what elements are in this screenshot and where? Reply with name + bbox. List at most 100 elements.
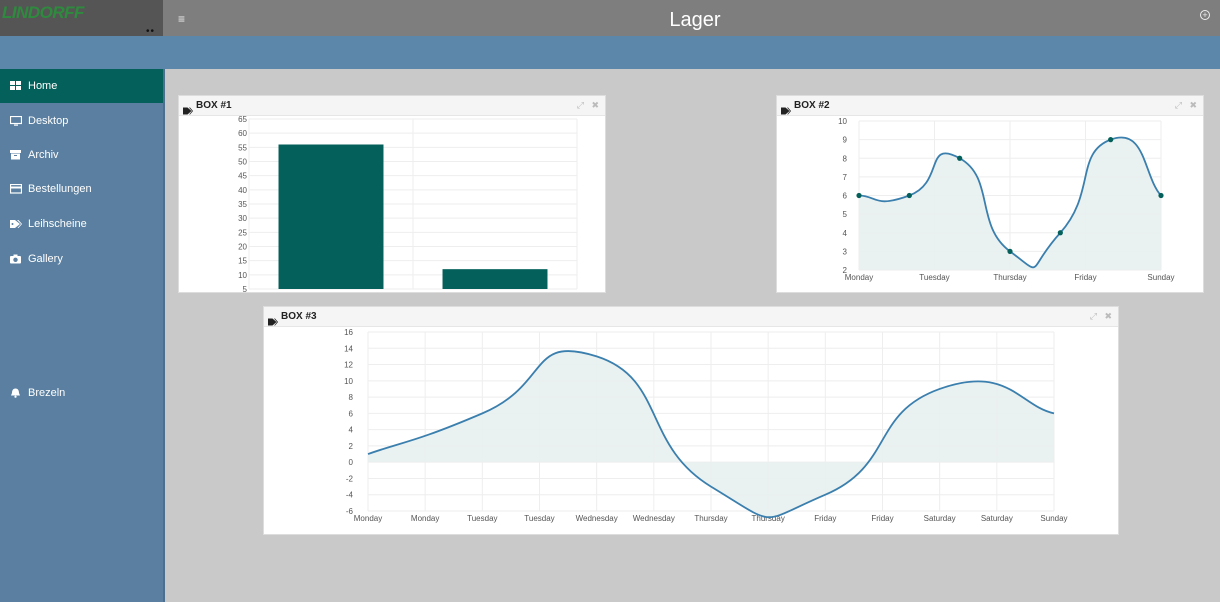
y-tick-label: 5 (243, 285, 248, 292)
y-tick-label: 8 (843, 154, 848, 163)
y-tick-label: 2 (349, 442, 354, 451)
expand-icon[interactable]: ⤢ (1090, 311, 1097, 322)
data-point (1108, 137, 1114, 143)
data-point (1007, 248, 1013, 254)
sidebar-item-label: Home (28, 80, 58, 92)
header-band (0, 36, 1220, 69)
y-tick-label: 65 (238, 116, 247, 124)
box-title: BOX #3 (281, 311, 317, 322)
x-tick-label: Thursday (694, 514, 727, 523)
sidebar-item-gallery[interactable]: Gallery (0, 242, 163, 276)
bar (442, 269, 548, 289)
sidebar-item-brezeln[interactable]: Brezeln (0, 376, 163, 410)
sidebar-item-archiv[interactable]: Archiv (0, 138, 163, 172)
x-tick-label: Saturday (981, 514, 1013, 523)
sidebar-item-desktop[interactable]: Desktop (0, 104, 163, 138)
camera-icon (10, 254, 22, 264)
y-tick-label: 16 (344, 328, 353, 337)
y-tick-label: 45 (238, 172, 247, 181)
y-tick-label: 6 (843, 192, 848, 201)
box-title: BOX #1 (196, 100, 232, 111)
box-title: BOX #2 (794, 100, 830, 111)
box-3: BOX #3 ⤢ ✖ -6 -4 -2 0 2 4 6 8 10 12 14 16 Monday Mond… (263, 306, 1119, 535)
x-tick-label: Friday (1074, 273, 1096, 282)
x-tick-label: Saturday (924, 514, 956, 523)
data-point (856, 192, 862, 199)
y-tick-label: 35 (238, 200, 247, 209)
y-tick-label: 6 (349, 409, 354, 418)
y-tick-label: -2 (346, 474, 354, 483)
page-title: Lager (669, 9, 721, 31)
data-point (957, 155, 963, 161)
box-header: BOX #1 ⤢ ✖ (179, 96, 605, 116)
data-point (1057, 230, 1063, 236)
bell-icon (10, 388, 22, 398)
y-tick-label: 55 (238, 143, 247, 152)
archive-icon (10, 150, 22, 160)
y-tick-label: -6 (346, 507, 354, 516)
y-tick-label: 10 (344, 377, 353, 386)
y-tick-label: 0 (349, 458, 354, 467)
box-2: BOX #2 ⤢ ✖ 2 3 4 5 6 7 8 9 10 Monday Tuesday Thursd… (776, 95, 1204, 293)
close-icon[interactable]: ✖ (591, 100, 599, 111)
sidebar-item-label: Leihscheine (28, 218, 87, 230)
sidebar-item-label: Brezeln (28, 387, 66, 399)
y-tick-label: 10 (238, 271, 247, 280)
box-header: BOX #2 ⤢ ✖ (777, 96, 1203, 116)
y-tick-label: -4 (346, 491, 354, 500)
y-tick-label: 9 (843, 136, 848, 145)
y-tick-label: 5 (843, 210, 848, 219)
data-point (1158, 192, 1164, 199)
credit-card-icon (9, 183, 23, 194)
x-tick-label: Thursday (993, 273, 1026, 282)
y-tick-label: 40 (238, 186, 247, 195)
sidebar-item-leihscheine[interactable]: Leihscheine (0, 207, 163, 241)
x-tick-label: Wednesday (633, 514, 675, 523)
y-tick-label: 4 (843, 229, 848, 238)
monitor-icon (9, 115, 23, 126)
x-tick-label: Sunday (1040, 514, 1067, 523)
close-icon[interactable]: ✖ (1189, 100, 1197, 111)
close-icon[interactable]: ✖ (1104, 311, 1112, 322)
y-tick-label: 25 (238, 228, 247, 237)
tags-icon (10, 219, 22, 229)
x-tick-label: Monday (411, 514, 439, 523)
y-tick-label: 3 (843, 247, 848, 256)
tag-icon (268, 313, 278, 325)
x-tick-label: Wednesday (576, 514, 618, 523)
x-tick-label: Monday (354, 514, 382, 523)
sidebar-item-label: Archiv (28, 149, 59, 161)
x-tick-label: Tuesday (467, 514, 497, 523)
y-tick-label: 4 (349, 426, 354, 435)
y-tick-label: 50 (238, 158, 247, 167)
box-header: BOX #3 ⤢ ✖ (264, 307, 1118, 327)
y-tick-label: 30 (238, 214, 247, 223)
sidebar-item-label: Bestellungen (28, 183, 92, 195)
x-tick-label: Sunday (1147, 273, 1174, 282)
tag-icon (183, 102, 193, 114)
sidebar-item-label: Desktop (28, 115, 69, 127)
data-point (906, 192, 912, 199)
sidebar-item-label: Gallery (28, 253, 63, 265)
x-tick-label: Monday (845, 273, 873, 282)
bar (278, 144, 384, 289)
expand-icon[interactable]: ⤢ (1175, 100, 1182, 111)
sidebar: Home Desktop Archiv Bestellungen Leihsch… (0, 69, 165, 602)
y-tick-label: 20 (238, 243, 247, 252)
y-tick-label: 8 (349, 393, 354, 402)
bar-chart: 5101520253035404550556065LagerVerliehen (238, 115, 578, 301)
sidebar-item-home[interactable]: Home (0, 69, 163, 103)
settings-icon[interactable]: + (1200, 10, 1210, 20)
y-tick-label: 15 (238, 257, 247, 266)
x-tick-label: Friday (871, 514, 893, 523)
tag-icon (781, 102, 791, 114)
grid-icon (10, 81, 22, 91)
sidebar-item-bestellungen[interactable]: Bestellungen (0, 172, 163, 206)
expand-icon[interactable]: ⤢ (577, 100, 584, 111)
y-tick-label: 14 (344, 344, 353, 353)
box-1: BOX #1 ⤢ ✖ 5101520253035404550556065Lage… (178, 95, 606, 301)
y-tick-label: 10 (838, 117, 847, 126)
line-chart: 2345678910Monday Tuesday Thursday Friday Sun… (838, 117, 1174, 282)
x-tick-label: Tuesday (919, 273, 949, 282)
y-tick-label: 12 (344, 361, 353, 370)
